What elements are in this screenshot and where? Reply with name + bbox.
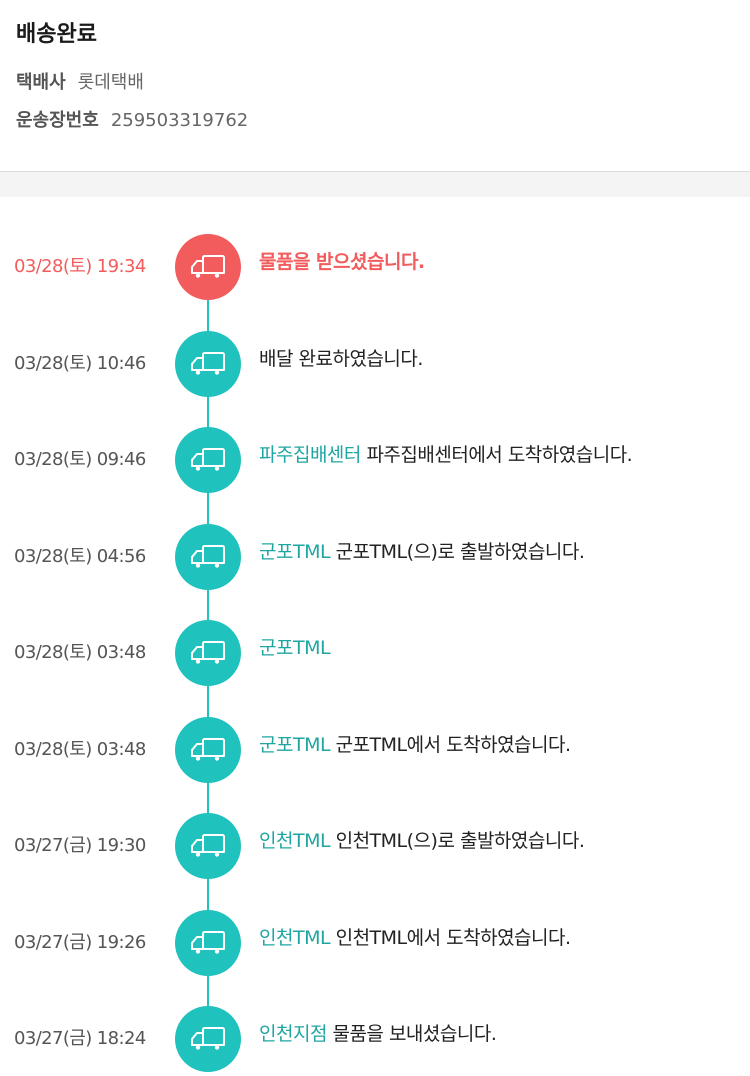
event-time: 03/28(토) 04:56 (14, 545, 146, 567)
event-location: 인천지점 (259, 1023, 327, 1045)
timeline-event: 03/27(금) 19:26 인천TML 인천TML에서 도착하였습니다. (0, 909, 750, 976)
tracking-number-label: 운송장번호 (16, 110, 99, 131)
event-message: 인천TML에서 도착하였습니다. (335, 926, 571, 949)
delivery-truck-icon (175, 523, 241, 590)
event-time: 03/28(토) 10:46 (14, 352, 146, 374)
event-time: 03/28(토) 19:34 (14, 256, 146, 277)
delivery-truck-icon (175, 909, 241, 976)
event-location: 인천TML (259, 926, 331, 949)
event-description: 물품을 받으셨습니다. (259, 248, 425, 276)
delivery-truck-icon (175, 1006, 241, 1072)
delivery-summary: 배송완료 택배사 롯데택배 운송장번호 259503319762 (0, 0, 750, 172)
event-message: 물품을 보내셨습니다. (332, 1023, 497, 1045)
event-message: 물품을 받으셨습니다. (259, 251, 425, 273)
delivery-truck-icon (175, 813, 241, 879)
event-time: 03/27(금) 19:26 (14, 931, 146, 953)
section-divider (0, 172, 750, 197)
courier-value: 롯데택배 (77, 72, 144, 93)
event-message: 군포TML(으)로 출발하였습니다. (335, 540, 585, 563)
event-location: 파주집배센터 (259, 444, 361, 466)
event-description: 군포TML (259, 634, 331, 662)
delivery-truck-icon (175, 234, 241, 300)
timeline-event: 03/27(금) 18:24 인천지점 물품을 보내셨습니다. (0, 1006, 750, 1072)
event-description: 군포TML 군포TML에서 도착하였습니다. (259, 731, 571, 759)
event-time: 03/27(금) 19:30 (14, 835, 146, 856)
delivery-truck-icon (175, 716, 241, 783)
event-location: 군포TML (259, 540, 331, 563)
event-message: 군포TML에서 도착하였습니다. (335, 733, 571, 756)
courier-row: 택배사 롯데택배 (16, 70, 734, 96)
tracking-number-value: 259503319762 (110, 110, 249, 131)
timeline-event: 03/28(토) 10:46 배달 완료하였습니다. (0, 330, 750, 397)
courier-label: 택배사 (16, 72, 66, 93)
timeline-event: 03/28(토) 03:48 군포TML (0, 620, 750, 686)
delivery-truck-icon (175, 427, 241, 493)
event-time: 03/27(금) 18:24 (14, 1028, 146, 1049)
event-message: 파주집배센터에서 도착하였습니다. (366, 444, 633, 466)
event-description: 인천TML 인천TML에서 도착하였습니다. (259, 924, 571, 952)
timeline-event: 03/27(금) 19:30 인천TML 인천TML(으)로 출발하였습니다. (0, 813, 750, 879)
event-description: 군포TML 군포TML(으)로 출발하였습니다. (259, 538, 585, 566)
event-location: 군포TML (259, 733, 331, 756)
event-location: 인천TML (259, 830, 331, 852)
event-message: 인천TML(으)로 출발하였습니다. (335, 830, 585, 852)
tracking-timeline: 03/28(토) 19:34 물품을 받으셨습니다. 03/28(토) 10:46 배… (0, 197, 750, 1075)
event-description: 인천TML 인천TML(으)로 출발하였습니다. (259, 827, 585, 855)
event-description: 인천지점 물품을 보내셨습니다. (259, 1020, 497, 1048)
event-time: 03/28(토) 03:48 (14, 738, 146, 760)
delivery-truck-icon (175, 620, 241, 686)
delivery-status-title: 배송완료 (16, 22, 97, 47)
event-description: 배달 완료하였습니다. (259, 345, 423, 373)
event-description: 파주집배센터 파주집배센터에서 도착하였습니다. (259, 441, 633, 469)
event-location: 군포TML (259, 637, 331, 659)
timeline-event: 03/28(토) 03:48 군포TML 군포TML에서 도착하였습니다. (0, 716, 750, 783)
timeline-event: 03/28(토) 19:34 물품을 받으셨습니다. (0, 234, 750, 300)
tracking-number-row: 운송장번호 259503319762 (16, 108, 734, 134)
timeline-event: 03/28(토) 04:56 군포TML 군포TML(으)로 출발하였습니다. (0, 523, 750, 590)
event-message: 배달 완료하였습니다. (259, 347, 423, 370)
event-time: 03/28(토) 03:48 (14, 642, 146, 663)
timeline-event: 03/28(토) 09:46 파주집배센터 파주집배센터에서 도착하였습니다. (0, 427, 750, 493)
event-time: 03/28(토) 09:46 (14, 449, 146, 470)
delivery-truck-icon (175, 330, 241, 397)
